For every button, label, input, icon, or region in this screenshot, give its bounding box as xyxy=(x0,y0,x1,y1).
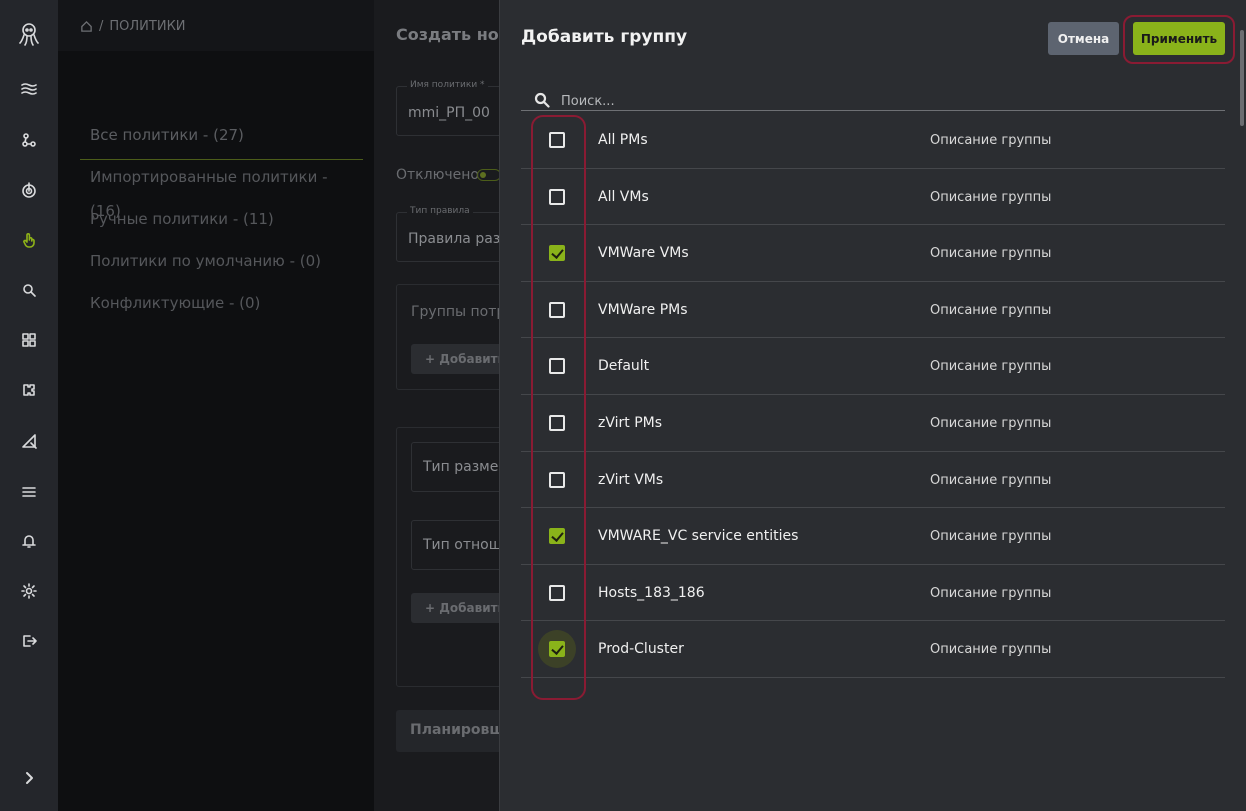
planner-label: Планировщ xyxy=(410,722,505,738)
dashboard-icon[interactable] xyxy=(17,328,41,352)
group-row[interactable]: VMWare PMs Описание группы xyxy=(521,282,1225,339)
group-row[interactable]: zVirt VMs Описание группы xyxy=(521,452,1225,509)
search-input[interactable]: Поиск... xyxy=(521,88,1225,111)
gear-icon[interactable] xyxy=(17,579,41,603)
group-description: Описание группы xyxy=(930,415,1052,431)
group-list: All PMs Описание группы All VMs Описание… xyxy=(521,112,1225,678)
group-name: VMWare PMs xyxy=(598,301,688,318)
group-row[interactable]: Default Описание группы xyxy=(521,338,1225,395)
filter-manual-policies[interactable]: Ручные политики - (11) xyxy=(80,202,363,244)
dialog-title: Добавить группу xyxy=(521,27,688,47)
placement-block: Тип размеш Тип отношен + Добавить г xyxy=(396,427,530,687)
layers-icon[interactable] xyxy=(17,479,41,503)
group-name: All VMs xyxy=(598,188,649,205)
filter-default-policies[interactable]: Политики по умолчанию - (0) xyxy=(80,244,363,286)
sidebar-rail xyxy=(0,0,58,811)
group-name: zVirt VMs xyxy=(598,471,664,488)
group-description: Описание группы xyxy=(930,133,1052,148)
search-icon[interactable] xyxy=(17,278,41,302)
ruler-pencil-icon[interactable] xyxy=(17,429,41,453)
group-row[interactable]: All VMs Описание группы xyxy=(521,169,1225,226)
group-name: Prod-Cluster xyxy=(598,641,684,658)
group-description: Описание группы xyxy=(930,642,1052,658)
search-placeholder: Поиск... xyxy=(561,94,615,109)
policy-name-field[interactable]: Имя политики * mmi_РП_00 xyxy=(396,80,516,136)
group-row[interactable]: VMWare VMs Описание группы xyxy=(521,225,1225,282)
group-name: VMWare VMs xyxy=(598,245,689,262)
policy-name-label: Имя политики * xyxy=(407,80,488,90)
apply-highlight-outline xyxy=(1123,15,1235,64)
cancel-button[interactable]: Отмена xyxy=(1048,22,1119,55)
policy-name-value: mmi_РП_00 xyxy=(408,105,490,121)
puzzle-icon[interactable] xyxy=(17,378,41,402)
home-icon[interactable] xyxy=(80,20,93,33)
group-name: Hosts_183_186 xyxy=(598,584,705,601)
bell-icon[interactable] xyxy=(17,529,41,553)
waves-icon[interactable] xyxy=(17,77,41,101)
rule-type-select[interactable]: Тип правила Правила разм xyxy=(396,206,516,262)
group-description: Описание группы xyxy=(930,302,1052,318)
search-icon xyxy=(534,92,550,108)
breadcrumb-current[interactable]: ПОЛИТИКИ xyxy=(109,19,185,34)
breadcrumb: / ПОЛИТИКИ xyxy=(80,19,186,34)
group-row[interactable]: Hosts_183_186 Описание группы xyxy=(521,565,1225,622)
logout-icon[interactable] xyxy=(17,629,41,653)
group-description: Описание группы xyxy=(930,189,1052,205)
group-name: VMWARE_VC service entities xyxy=(598,528,799,545)
logo-octopus-icon[interactable] xyxy=(17,22,41,46)
group-name: zVirt PMs xyxy=(598,414,663,431)
create-policy-title: Создать нов xyxy=(396,25,509,44)
group-description: Описание группы xyxy=(930,529,1052,545)
rule-type-label: Тип правила xyxy=(407,206,473,216)
policy-filter-list: Все политики - (27) Импортированные поли… xyxy=(80,118,363,328)
breadcrumb-separator: / xyxy=(99,19,104,34)
group-description: Описание группы xyxy=(930,359,1052,375)
group-row[interactable]: zVirt PMs Описание группы xyxy=(521,395,1225,452)
policies-page: / ПОЛИТИКИ Все политики - (27) Импортиро… xyxy=(58,0,530,811)
radar-icon[interactable] xyxy=(17,178,41,202)
group-name: All PMs xyxy=(598,132,648,148)
hand-pointer-icon[interactable] xyxy=(17,228,41,252)
toggle-label: Отключено xyxy=(396,167,479,183)
consumer-groups-block: Группы потреб + Добавить г xyxy=(396,284,530,390)
group-description: Описание группы xyxy=(930,585,1052,601)
placement-type-value: Тип размеш xyxy=(423,459,512,475)
group-row[interactable]: Prod-Cluster Описание группы xyxy=(521,621,1225,678)
filter-conflicting-policies[interactable]: Конфликтующие - (0) xyxy=(80,286,363,328)
filter-imported-policies[interactable]: Импортированные политики - (16) xyxy=(80,160,363,220)
group-row[interactable]: VMWARE_VC service entities Описание груп… xyxy=(521,508,1225,565)
filter-all-policies[interactable]: Все политики - (27) xyxy=(80,118,363,160)
dialog-scrollbar[interactable] xyxy=(1240,30,1244,126)
rule-type-value: Правила разм xyxy=(408,231,511,247)
nodes-icon[interactable] xyxy=(17,128,41,152)
planner-section[interactable]: Планировщ xyxy=(396,710,506,752)
create-policy-panel: Создать нов Имя политики * mmi_РП_00 Отк… xyxy=(374,0,530,811)
add-group-dialog: Добавить группу Отмена Применить Поиск..… xyxy=(499,0,1246,811)
enabled-toggle[interactable] xyxy=(477,169,501,181)
group-description: Описание группы xyxy=(930,246,1052,262)
chevron-right-icon[interactable] xyxy=(17,766,41,790)
group-description: Описание группы xyxy=(930,472,1052,488)
group-name: Default xyxy=(598,358,650,375)
checkbox-column-highlight-outline xyxy=(531,115,586,700)
group-row[interactable]: All PMs Описание группы xyxy=(521,112,1225,169)
